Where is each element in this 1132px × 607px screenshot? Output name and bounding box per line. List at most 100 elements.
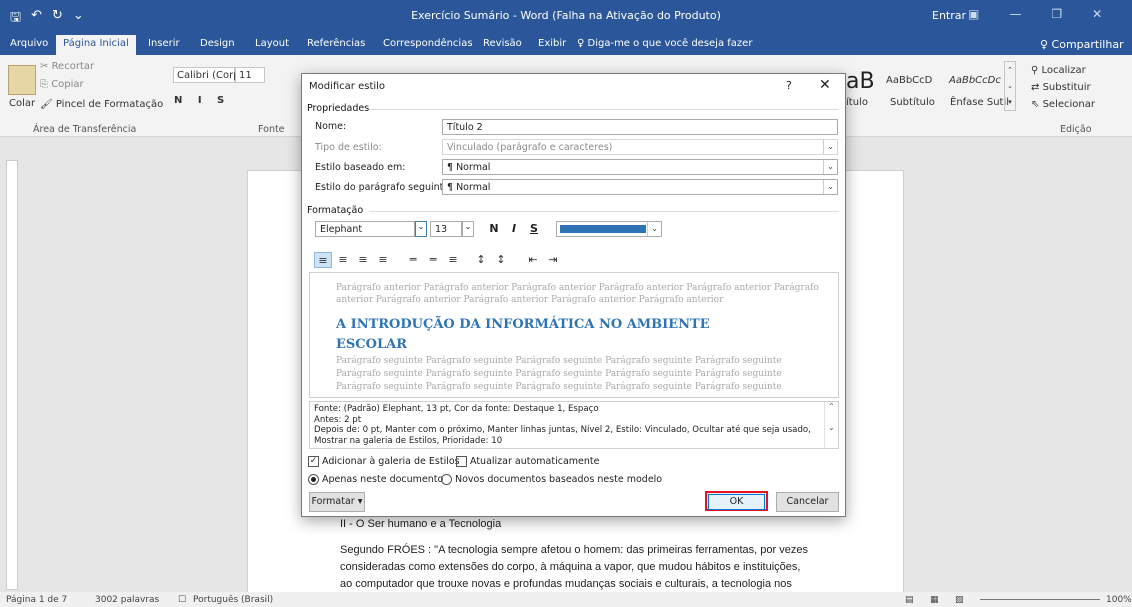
web-layout-icon[interactable]: ▧: [955, 595, 964, 605]
chevron-down-icon[interactable]: ⌄: [647, 222, 661, 236]
new-documents-radio[interactable]: Novos documentos baseados neste modelo: [441, 474, 662, 485]
copy-button[interactable]: ⎘ Copiar: [40, 79, 84, 90]
one-half-spacing-icon[interactable]: ═: [424, 252, 442, 268]
tab-pagina-inicial[interactable]: Página Inicial: [56, 35, 136, 55]
align-right-icon[interactable]: ≡: [354, 252, 372, 268]
word-count[interactable]: 3002 palavras: [95, 595, 159, 605]
font-color-select[interactable]: ⌄: [556, 221, 662, 237]
preview-next-line: Parágrafo seguinte Parágrafo seguinte Pa…: [336, 382, 782, 392]
close-icon[interactable]: ✕: [1092, 7, 1102, 21]
doc-heading[interactable]: II - O Ser humano e a Tecnologia: [340, 518, 501, 530]
only-this-document-radio[interactable]: Apenas neste documento: [308, 474, 443, 485]
replace-button[interactable]: ⇄ Substituir: [1031, 82, 1091, 93]
style-name-title[interactable]: ítulo: [846, 97, 868, 108]
style-name-emphasis[interactable]: Ênfase Sutil: [950, 97, 1009, 108]
sign-in-link[interactable]: Entrar: [932, 9, 966, 22]
preview-heading-line: ESCOLAR: [336, 337, 407, 352]
doc-paragraph-line[interactable]: consideradas como extensões do corpo, à …: [340, 561, 800, 573]
style-name-subtitle[interactable]: Subtítulo: [890, 97, 935, 108]
italic-button[interactable]: I: [507, 222, 521, 235]
chevron-down-icon: ⌄: [823, 140, 837, 154]
underline-button[interactable]: S: [527, 222, 541, 235]
zoom-level[interactable]: 100%: [1106, 595, 1132, 605]
font-name-box[interactable]: Calibri (Corp: [173, 67, 240, 83]
maximize-icon[interactable]: ❐: [1051, 7, 1062, 21]
name-label: Nome:: [315, 121, 347, 132]
size-dropdown-icon[interactable]: ⌄: [462, 221, 474, 237]
justify-icon[interactable]: ≡: [374, 252, 392, 268]
bold-button[interactable]: N: [487, 222, 501, 235]
tab-layout[interactable]: Layout: [255, 38, 289, 49]
tab-correspondencias[interactable]: Correspondências: [383, 38, 473, 49]
tab-design[interactable]: Design: [200, 38, 235, 49]
chevron-down-icon[interactable]: ⌄: [823, 160, 837, 174]
read-mode-icon[interactable]: ▤: [905, 595, 914, 605]
single-spacing-icon[interactable]: ═: [404, 252, 422, 268]
space-before-icon[interactable]: ↕: [472, 252, 490, 268]
paste-icon[interactable]: [8, 65, 36, 95]
ok-button[interactable]: OK: [705, 491, 768, 511]
auto-update-checkbox[interactable]: Atualizar automaticamente: [456, 456, 599, 467]
tab-inserir[interactable]: Inserir: [148, 38, 180, 49]
tab-exibir[interactable]: Exibir: [538, 38, 566, 49]
align-center-icon[interactable]: ≡: [334, 252, 352, 268]
select-button[interactable]: ⇖ Selecionar: [1031, 99, 1095, 110]
font-select[interactable]: Elephant: [315, 221, 415, 237]
preview-next-line: Parágrafo seguinte Parágrafo seguinte Pa…: [336, 356, 782, 366]
dialog-close-icon[interactable]: ✕: [819, 77, 831, 93]
name-field[interactable]: Título 2: [442, 119, 838, 135]
format-menu-button[interactable]: Formatar ▾: [309, 492, 365, 512]
share-button[interactable]: ♀ Compartilhar: [1040, 38, 1124, 51]
style-preview-emphasis[interactable]: AaBbCcDc: [949, 75, 1001, 86]
ribbon-display-icon[interactable]: ▣: [968, 7, 979, 21]
minimize-icon[interactable]: —: [1009, 7, 1021, 21]
proofing-icon[interactable]: ☐: [178, 595, 186, 605]
group-label-font: Fonte: [258, 124, 285, 135]
doc-paragraph-line[interactable]: ao computador que trouxe novas e profund…: [340, 578, 792, 590]
style-preview-subtitle[interactable]: AaBbCcD: [886, 75, 932, 86]
cancel-button[interactable]: Cancelar: [776, 492, 839, 512]
decrease-indent-icon[interactable]: ⇤: [524, 252, 542, 268]
cut-button[interactable]: ✂ Recortar: [40, 61, 94, 72]
zoom-slider[interactable]: [980, 599, 1100, 600]
page-count[interactable]: Página 1 de 7: [6, 595, 67, 605]
styles-gallery-scroll[interactable]: ⌃ ⌄ ▾: [1004, 61, 1016, 111]
increase-indent-icon[interactable]: ⇥: [544, 252, 562, 268]
style-preview-title[interactable]: aB: [846, 69, 875, 94]
tab-arquivo[interactable]: Arquivo: [10, 38, 48, 49]
add-to-gallery-checkbox[interactable]: ✓ Adicionar à galeria de Estilos: [308, 456, 460, 467]
group-label-clipboard: Área de Transferência: [33, 124, 137, 135]
doc-paragraph-line[interactable]: Segundo FRÓES : "A tecnologia sempre afe…: [340, 544, 808, 556]
based-on-select[interactable]: ¶ Normal ⌄: [442, 159, 838, 175]
format-painter-label: Pincel de Formatação: [55, 99, 164, 110]
tell-me-search[interactable]: ♀ Diga-me o que você deseja fazer: [577, 38, 752, 49]
vertical-ruler[interactable]: [6, 160, 18, 590]
next-style-select[interactable]: ¶ Normal ⌄: [442, 179, 838, 195]
space-after-icon[interactable]: ↕: [492, 252, 510, 268]
find-button[interactable]: ⚲ Localizar: [1031, 65, 1086, 76]
add-to-gallery-label: Adicionar à galeria de Estilos: [322, 456, 460, 467]
replace-label: Substituir: [1042, 82, 1091, 93]
tab-revisao[interactable]: Revisão: [483, 38, 522, 49]
chevron-down-icon[interactable]: ⌄: [823, 180, 837, 194]
tab-referencias[interactable]: Referências: [307, 38, 365, 49]
style-description: Fonte: (Padrão) Elephant, 13 pt, Cor da …: [309, 401, 839, 449]
checkbox-empty-icon: [456, 456, 467, 467]
help-icon[interactable]: ?: [786, 79, 792, 92]
font-format-buttons[interactable]: N I S: [174, 95, 230, 106]
format-painter-button[interactable]: 🖌 Pincel de Formatação: [40, 99, 163, 110]
align-left-icon[interactable]: ≡: [314, 252, 332, 268]
style-preview: Parágrafo anterior Parágrafo anterior Pa…: [309, 272, 839, 398]
style-type-label: Tipo de estilo:: [315, 142, 382, 153]
print-layout-icon[interactable]: ▦: [930, 595, 939, 605]
double-spacing-icon[interactable]: ≡: [444, 252, 462, 268]
size-select[interactable]: 13: [430, 221, 462, 237]
modify-style-dialog: Modificar estilo ? ✕ Propriedades Nome: …: [301, 73, 846, 517]
based-on-label: Estilo baseado em:: [315, 162, 406, 173]
description-scrollbar[interactable]: ⌃ ⌄: [824, 402, 838, 448]
font-dropdown-icon[interactable]: ⌄: [415, 221, 427, 237]
copy-label: Copiar: [51, 79, 84, 90]
language-status[interactable]: Português (Brasil): [193, 595, 273, 605]
paste-label[interactable]: Colar: [9, 98, 35, 109]
font-size-box[interactable]: 11: [235, 67, 265, 83]
